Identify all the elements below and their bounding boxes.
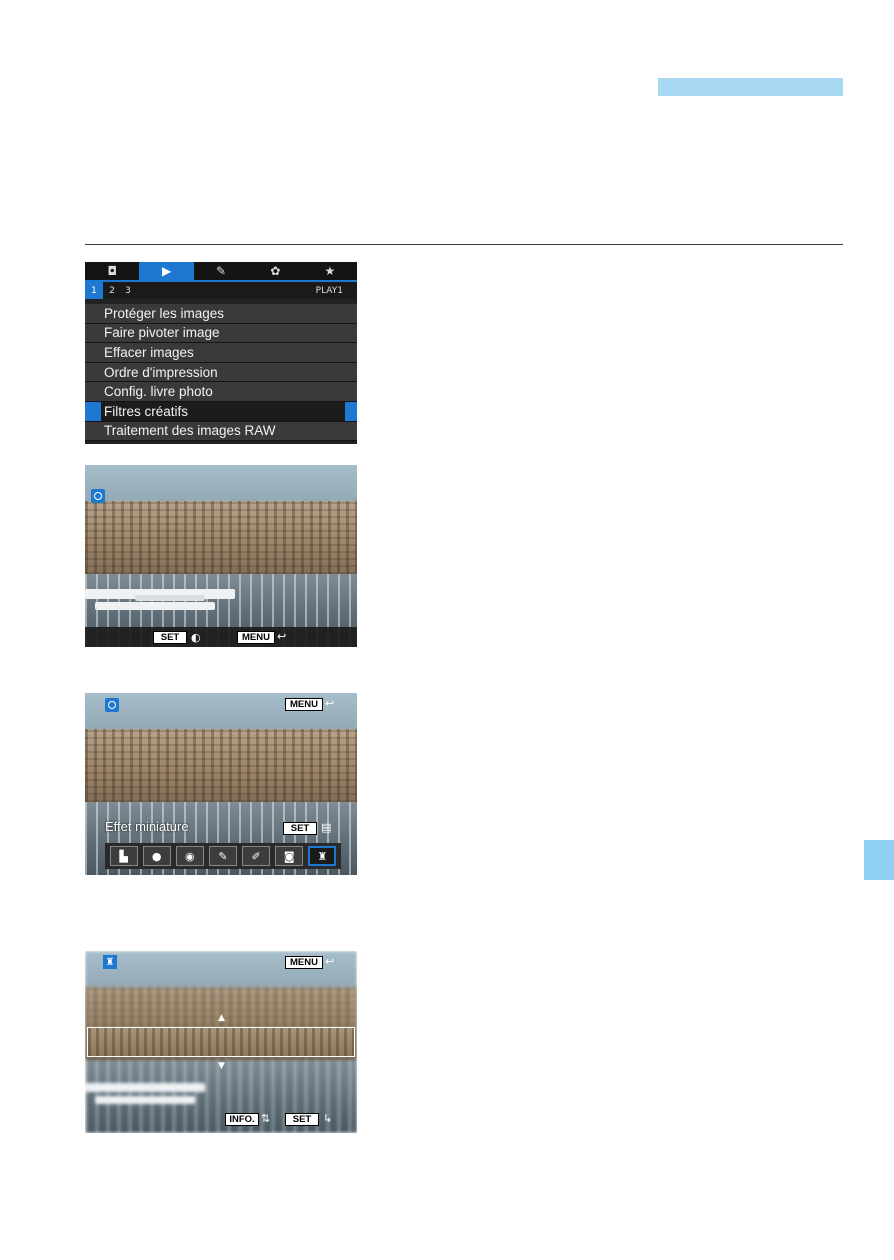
menu-item-rotate[interactable]: Faire pivoter image (85, 323, 357, 344)
menu-tab-label: PLAY1 (315, 285, 343, 296)
back-arrow-icon: ↩ (277, 630, 287, 643)
toy-camera-icon[interactable]: ◙ (275, 846, 304, 866)
menu-page-3[interactable]: 3 (121, 282, 135, 299)
rotate-frame-icon: ⇅ (261, 1112, 271, 1125)
miniature-icon[interactable]: ♜ (308, 846, 337, 866)
menu-item-print-order[interactable]: Ordre d'impression (85, 362, 357, 383)
set-button[interactable]: SET (283, 822, 317, 835)
filter-circle-icon: ◐ (191, 631, 201, 644)
section-header-bar (658, 78, 843, 96)
fisheye-icon[interactable]: ◉ (175, 846, 204, 866)
back-arrow-icon: ↩ (325, 697, 335, 710)
move-down-arrow-icon[interactable]: ▼ (218, 1061, 225, 1071)
info-button[interactable]: INFO. (225, 1113, 259, 1126)
custom-function-icon[interactable]: ✿ (248, 262, 302, 280)
menu-item-photobook[interactable]: Config. livre photo (85, 382, 357, 402)
bottom-control-strip (85, 627, 357, 647)
soft-focus-icon[interactable]: ● (142, 846, 171, 866)
set-button[interactable]: SET (285, 1113, 319, 1126)
creative-filter-icon (91, 489, 105, 503)
menu-item-protect[interactable]: Protéger les images (85, 304, 357, 324)
adjust-settings-icon: ▤ (321, 821, 332, 834)
menu-tab-bar: ◘ ▶ ✎ ✿ ★ (85, 262, 357, 280)
miniature-mode-icon: ♜ (103, 955, 117, 969)
section-divider (85, 244, 843, 245)
chapter-side-tab (864, 840, 894, 880)
menu-page-bar: 1 2 3 PLAY1 (85, 282, 357, 299)
playback-icon[interactable]: ▶ (139, 262, 194, 280)
back-arrow-icon: ↩ (325, 955, 335, 968)
camera-menu-screen: ◘ ▶ ✎ ✿ ★ 1 2 3 PLAY1 Protéger les image… (85, 262, 357, 444)
effect-name-label: Effet miniature (105, 819, 189, 834)
menu-page-1[interactable]: 1 (85, 282, 103, 299)
menu-button[interactable]: MENU (285, 698, 323, 711)
creative-filter-icon (105, 698, 119, 712)
menu-button[interactable]: MENU (237, 631, 275, 644)
menu-item-erase[interactable]: Effacer images (85, 343, 357, 363)
miniature-focus-frame[interactable] (87, 1027, 355, 1057)
filter-select-screen: MENU ↩ Effet miniature SET ▤ ▙ ● ◉ ✎ ✐ ◙… (85, 693, 357, 875)
water-painting-icon[interactable]: ✐ (242, 846, 271, 866)
menu-item-list: Protéger les images Faire pivoter image … (85, 304, 357, 442)
wrench-icon[interactable]: ✎ (194, 262, 248, 280)
confirm-enter-icon: ↳ (323, 1112, 333, 1125)
filter-icon-strip: ▙ ● ◉ ✎ ✐ ◙ ♜ (105, 843, 341, 869)
set-button[interactable]: SET (153, 631, 187, 644)
camera-icon[interactable]: ◘ (85, 262, 139, 280)
miniature-adjust-screen: ▲ ▼ ♜ MENU ↩ INFO. ⇅ SET ↳ (85, 951, 357, 1133)
harbor-photo (85, 465, 357, 647)
grainy-bw-icon[interactable]: ▙ (109, 846, 138, 866)
art-bold-icon[interactable]: ✎ (208, 846, 237, 866)
menu-item-raw-processing[interactable]: Traitement des images RAW (85, 421, 357, 442)
menu-page-2[interactable]: 2 (105, 282, 119, 299)
menu-button[interactable]: MENU (285, 956, 323, 969)
move-up-arrow-icon[interactable]: ▲ (218, 1013, 225, 1023)
menu-item-creative-filters[interactable]: Filtres créatifs (85, 401, 357, 422)
image-select-screen: SET ◐ MENU ↩ (85, 465, 357, 647)
my-menu-star-icon[interactable]: ★ (303, 262, 357, 280)
